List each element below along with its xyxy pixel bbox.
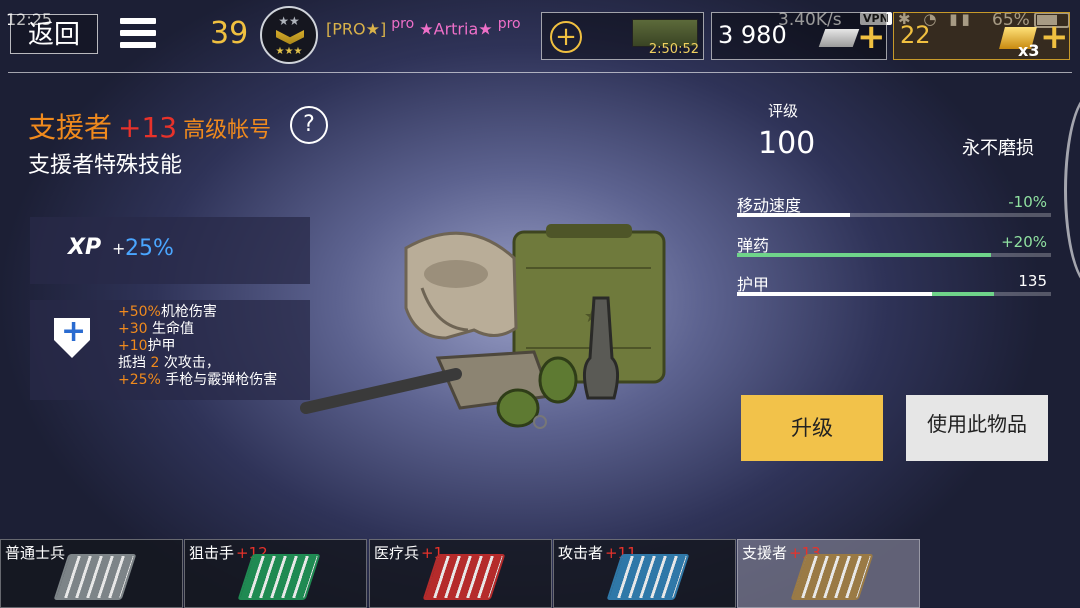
rating-value: 100 xyxy=(758,126,816,161)
add-money-button[interactable]: + xyxy=(857,17,886,57)
player-name: [PRO★] pro ★Artria★ pro xyxy=(326,16,521,38)
xp-bonus-value: 25% xyxy=(125,236,174,261)
rank-badge-icon[interactable]: ★★ ★★★ xyxy=(260,6,318,64)
support-kit-illustration: ★ xyxy=(300,224,666,429)
premium-account-label: 高级帐号 xyxy=(183,118,272,143)
player-level: 39 xyxy=(210,16,249,51)
class-name: 支援者 xyxy=(28,111,113,144)
crate-timer: 2:50:52 xyxy=(648,42,699,57)
xp-bonus-panel: XP + 25% xyxy=(30,217,310,284)
grid-diamond-icon xyxy=(606,554,690,600)
silver-bar-icon xyxy=(818,29,860,47)
add-crate-button[interactable]: + xyxy=(550,21,582,53)
skill-list: +50%机枪伤害 +30 生命值 +10护甲 抵挡 2 次攻击， +25% 手枪… xyxy=(118,304,277,389)
shield-plus-icon xyxy=(54,318,90,358)
skill-line: 抵挡 2 次攻击， xyxy=(118,355,220,371)
gold-multiplier: x3 xyxy=(1018,41,1040,60)
class-title: 支援者 +13 高级帐号 xyxy=(28,106,271,146)
skill-line: +10护甲 xyxy=(118,338,176,354)
tab-soldier[interactable]: 普通士兵 xyxy=(0,539,183,608)
durability-text: 永不磨损 xyxy=(962,138,1034,159)
stat-value: 135 xyxy=(1018,272,1047,290)
back-button[interactable]: 返回 xyxy=(10,14,98,54)
player-nickname: ★Artria★ xyxy=(419,19,493,39)
stat-bonus-fill xyxy=(737,253,992,257)
money-value: 3 980 xyxy=(718,21,787,49)
skill-line: +30 生命值 xyxy=(118,321,194,337)
xp-plus: + xyxy=(112,239,126,258)
rating-label: 评级 xyxy=(768,102,799,120)
stat-armor: 护甲 135 xyxy=(737,271,1051,301)
tab-medic[interactable]: 医疗兵 +1 xyxy=(369,539,552,608)
tab-sniper[interactable]: 狙击手 +12 xyxy=(184,539,367,608)
tab-support[interactable]: 支援者 +13 xyxy=(737,539,920,608)
pro-prefix: pro xyxy=(391,16,415,32)
crosshair-icon xyxy=(237,554,321,600)
tab-label: 普通士兵 xyxy=(5,544,66,562)
gold-panel[interactable]: 22 x3 + xyxy=(893,12,1070,60)
skill-subtitle: 支援者特殊技能 xyxy=(28,153,183,178)
pro-suffix: pro xyxy=(497,16,521,32)
gear-shield-icon xyxy=(790,554,874,600)
player-tag: [PRO★] xyxy=(326,19,387,39)
stat-move-speed: 移动速度 -10% xyxy=(737,192,1051,222)
tab-assault[interactable]: 攻击者 +11 xyxy=(553,539,736,608)
menu-icon[interactable] xyxy=(120,18,156,52)
stat-base-fill xyxy=(737,292,932,296)
class-level: +13 xyxy=(118,111,178,144)
stat-bonus-fill xyxy=(931,292,995,296)
supply-crate-panel[interactable]: + 2:50:52 xyxy=(541,12,704,60)
upgrade-button[interactable]: 升级 xyxy=(741,395,883,461)
gold-value: 22 xyxy=(900,21,931,49)
heart-check-icon xyxy=(422,554,506,600)
use-item-button[interactable]: 使用此物品 xyxy=(906,395,1048,461)
chevron-rank-icon xyxy=(53,554,137,600)
stat-ammo: 弹药 +20% xyxy=(737,232,1051,262)
skill-line: +50%机枪伤害 xyxy=(118,304,217,320)
stat-bar xyxy=(737,253,1051,257)
stat-base-fill xyxy=(737,213,851,217)
stat-bar xyxy=(737,213,1051,217)
help-button[interactable]: ? xyxy=(290,106,328,144)
skills-panel: +50%机枪伤害 +30 生命值 +10护甲 抵挡 2 次攻击， +25% 手枪… xyxy=(30,300,310,400)
divider xyxy=(8,72,1072,73)
xp-icon: XP xyxy=(68,235,102,260)
side-scroll-handle[interactable] xyxy=(1064,92,1080,288)
money-panel[interactable]: 3 980 + xyxy=(711,12,887,60)
class-tabs: 普通士兵 狙击手 +12 医疗兵 +1 攻击者 +11 支援者 +13 xyxy=(0,539,1080,608)
stat-value: -10% xyxy=(1008,193,1047,211)
add-gold-button[interactable]: + xyxy=(1040,17,1069,57)
skill-line: +25% 手枪与霰弹枪伤害 xyxy=(118,372,278,388)
tab-label: 医疗兵 +1 xyxy=(374,544,444,562)
stat-value: +20% xyxy=(1001,233,1047,251)
stat-bar xyxy=(737,292,1051,296)
